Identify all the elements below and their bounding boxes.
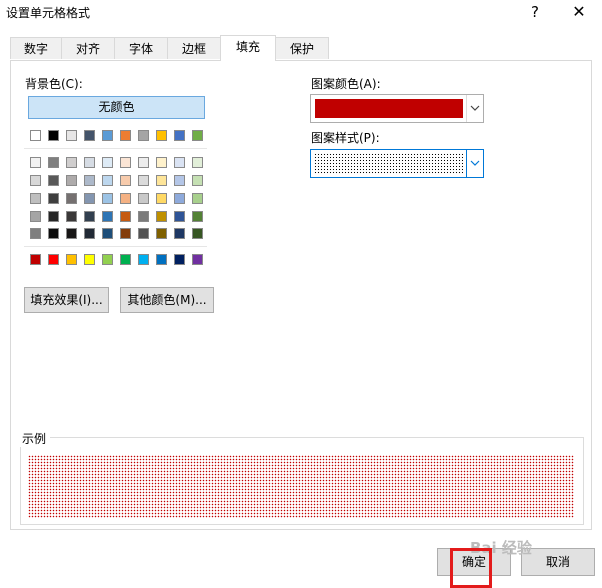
color-swatch[interactable] bbox=[30, 193, 41, 204]
tab-number[interactable]: 数字 bbox=[10, 37, 62, 59]
fill-effects-button[interactable]: 填充效果(I)... bbox=[24, 287, 109, 313]
dialog-title: 设置单元格格式 bbox=[6, 6, 91, 20]
color-swatch[interactable] bbox=[192, 157, 203, 168]
color-swatch[interactable] bbox=[84, 157, 95, 168]
color-swatch[interactable] bbox=[138, 211, 149, 222]
color-swatch[interactable] bbox=[66, 175, 77, 186]
help-button[interactable]: ? bbox=[526, 1, 544, 23]
color-swatch[interactable] bbox=[156, 193, 167, 204]
color-swatch[interactable] bbox=[174, 175, 185, 186]
standard-color-swatch[interactable] bbox=[66, 254, 77, 265]
color-swatch[interactable] bbox=[192, 211, 203, 222]
color-swatch[interactable] bbox=[156, 211, 167, 222]
standard-color-swatch[interactable] bbox=[138, 254, 149, 265]
standard-color-swatch[interactable] bbox=[84, 254, 95, 265]
color-swatch[interactable] bbox=[66, 193, 77, 204]
color-swatch[interactable] bbox=[120, 130, 131, 141]
color-swatch[interactable] bbox=[102, 228, 113, 239]
color-swatch[interactable] bbox=[30, 157, 41, 168]
pattern-color-label: 图案颜色(A): bbox=[311, 77, 381, 91]
title-bar: 设置单元格格式 ? ✕ bbox=[0, 0, 602, 26]
color-swatch[interactable] bbox=[174, 193, 185, 204]
color-swatch[interactable] bbox=[120, 228, 131, 239]
color-swatch[interactable] bbox=[102, 157, 113, 168]
color-swatch[interactable] bbox=[192, 193, 203, 204]
tab-fill[interactable]: 填充 bbox=[220, 35, 276, 61]
standard-color-swatch[interactable] bbox=[48, 254, 59, 265]
color-swatch[interactable] bbox=[48, 211, 59, 222]
pattern-style-select[interactable] bbox=[310, 149, 484, 178]
color-swatch[interactable] bbox=[120, 157, 131, 168]
color-swatch[interactable] bbox=[30, 228, 41, 239]
color-swatch[interactable] bbox=[156, 175, 167, 186]
no-color-button[interactable]: 无颜色 bbox=[28, 96, 205, 119]
color-swatch[interactable] bbox=[66, 130, 77, 141]
standard-color-swatch[interactable] bbox=[174, 254, 185, 265]
color-swatch[interactable] bbox=[30, 175, 41, 186]
palette-separator bbox=[24, 246, 207, 247]
highlight-box bbox=[450, 548, 492, 588]
color-swatch[interactable] bbox=[174, 228, 185, 239]
color-swatch[interactable] bbox=[48, 228, 59, 239]
palette-separator bbox=[24, 148, 207, 149]
tab-border[interactable]: 边框 bbox=[167, 37, 221, 59]
color-swatch[interactable] bbox=[102, 211, 113, 222]
standard-color-swatch[interactable] bbox=[156, 254, 167, 265]
color-swatch[interactable] bbox=[174, 130, 185, 141]
color-swatch[interactable] bbox=[120, 193, 131, 204]
tab-alignment[interactable]: 对齐 bbox=[61, 37, 115, 59]
color-swatch[interactable] bbox=[66, 211, 77, 222]
standard-color-swatch[interactable] bbox=[102, 254, 113, 265]
chevron-down-icon[interactable] bbox=[466, 95, 483, 122]
standard-color-swatch[interactable] bbox=[30, 254, 41, 265]
color-swatch[interactable] bbox=[120, 211, 131, 222]
color-swatch[interactable] bbox=[48, 157, 59, 168]
color-swatch[interactable] bbox=[102, 175, 113, 186]
color-swatch[interactable] bbox=[156, 157, 167, 168]
tab-protection[interactable]: 保护 bbox=[275, 37, 329, 59]
background-color-label: 背景色(C): bbox=[25, 77, 83, 91]
color-swatch[interactable] bbox=[84, 193, 95, 204]
color-swatch[interactable] bbox=[48, 175, 59, 186]
color-swatch[interactable] bbox=[84, 228, 95, 239]
color-swatch[interactable] bbox=[192, 228, 203, 239]
color-swatch[interactable] bbox=[138, 193, 149, 204]
sample-label: 示例 bbox=[18, 430, 51, 447]
color-swatch[interactable] bbox=[84, 130, 95, 141]
color-swatch[interactable] bbox=[138, 175, 149, 186]
color-swatch[interactable] bbox=[48, 130, 59, 141]
color-swatch[interactable] bbox=[102, 193, 113, 204]
close-button[interactable]: ✕ bbox=[567, 1, 591, 23]
pattern-color-select[interactable] bbox=[310, 94, 484, 123]
standard-color-swatch[interactable] bbox=[192, 254, 203, 265]
color-swatch[interactable] bbox=[48, 193, 59, 204]
color-swatch[interactable] bbox=[120, 175, 131, 186]
sample-preview bbox=[28, 455, 574, 518]
pattern-style-preview bbox=[314, 153, 463, 174]
chevron-down-icon[interactable] bbox=[466, 150, 483, 177]
color-swatch[interactable] bbox=[192, 175, 203, 186]
color-swatch[interactable] bbox=[30, 211, 41, 222]
color-swatch[interactable] bbox=[66, 157, 77, 168]
color-swatch[interactable] bbox=[138, 130, 149, 141]
color-swatch[interactable] bbox=[174, 211, 185, 222]
color-swatch[interactable] bbox=[84, 211, 95, 222]
color-swatch[interactable] bbox=[174, 157, 185, 168]
pattern-color-preview bbox=[315, 99, 463, 118]
color-swatch[interactable] bbox=[192, 130, 203, 141]
color-swatch[interactable] bbox=[156, 228, 167, 239]
color-swatch[interactable] bbox=[30, 130, 41, 141]
standard-color-swatch[interactable] bbox=[120, 254, 131, 265]
tab-font[interactable]: 字体 bbox=[114, 37, 168, 59]
color-swatch[interactable] bbox=[138, 228, 149, 239]
more-colors-button[interactable]: 其他颜色(M)... bbox=[120, 287, 214, 313]
color-swatch[interactable] bbox=[156, 130, 167, 141]
pattern-style-label: 图案样式(P): bbox=[311, 131, 380, 145]
color-swatch[interactable] bbox=[66, 228, 77, 239]
color-swatch[interactable] bbox=[84, 175, 95, 186]
color-swatch[interactable] bbox=[138, 157, 149, 168]
cancel-button[interactable]: 取消 bbox=[521, 548, 595, 576]
color-swatch[interactable] bbox=[102, 130, 113, 141]
